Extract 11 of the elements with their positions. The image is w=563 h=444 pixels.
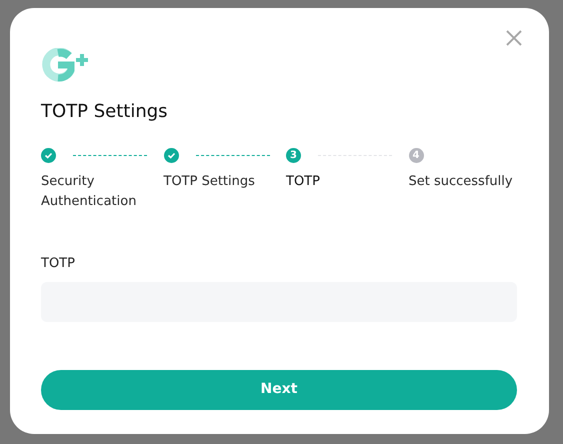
step-number: 3: [286, 148, 301, 162]
step-label: TOTP Settings: [164, 173, 256, 191]
step-label: Set successfully: [408, 173, 514, 191]
field-label: TOTP: [41, 255, 76, 273]
step-number: 4: [408, 148, 424, 162]
logo-icon: [41, 48, 91, 82]
close-icon[interactable]: [504, 28, 524, 48]
step-label: Security Authentication: [41, 173, 138, 211]
step-label: TOTP: [286, 173, 321, 191]
dialog-title: TOTP Settings: [41, 100, 169, 124]
next-button[interactable]: Next: [41, 370, 517, 410]
